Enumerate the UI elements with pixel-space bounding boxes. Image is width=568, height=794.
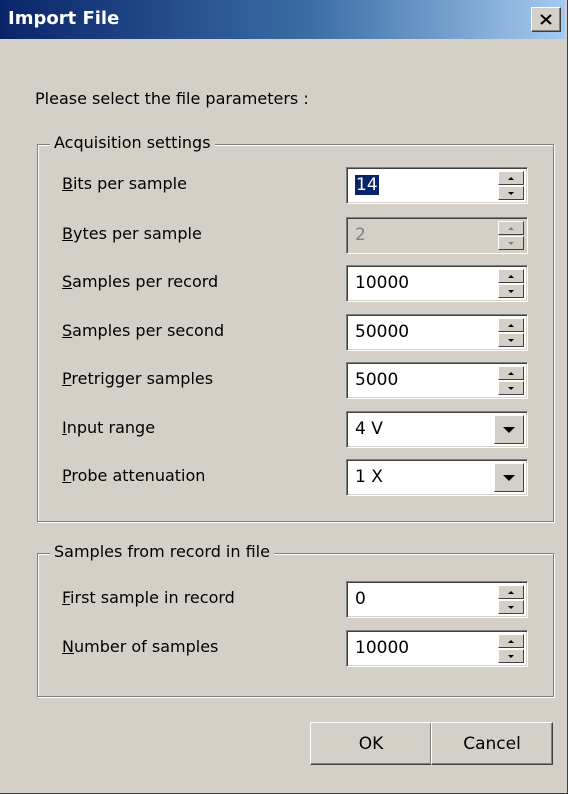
spin-up-arrow-icon <box>508 639 514 643</box>
pretrigger-samples-input[interactable]: 5000 <box>346 362 528 399</box>
number-of-samples-spin-down-button[interactable] <box>498 649 524 663</box>
number-of-samples-label: Number of samples <box>62 637 218 656</box>
bytes-per-sample-spinner <box>498 221 524 250</box>
dropdown-arrow-icon <box>503 474 515 481</box>
samples-per-record-spin-up-button[interactable] <box>498 269 524 283</box>
bytes-per-sample-input: 2 <box>346 217 528 254</box>
input-range-select[interactable]: 4 V <box>346 411 528 448</box>
pretrigger-samples-spin-up-button[interactable] <box>498 366 524 380</box>
spin-up-arrow-icon <box>508 371 514 375</box>
number-of-samples-value: 10000 <box>355 638 410 658</box>
pretrigger-samples-spin-down-button[interactable] <box>498 381 524 395</box>
spin-down-arrow-icon <box>508 338 514 342</box>
title-bar[interactable]: Import File <box>0 0 565 39</box>
cancel-button[interactable]: Cancel <box>431 722 553 765</box>
probe-attenuation-select[interactable]: 1 X <box>346 459 528 496</box>
spin-up-arrow-icon <box>508 226 514 230</box>
bits-per-sample-label-accelerator: B <box>62 174 73 193</box>
samples-per-record-input[interactable]: 10000 <box>346 265 528 302</box>
bits-per-sample-spin-down-button[interactable] <box>498 186 524 200</box>
number-of-samples-label-accelerator: N <box>62 637 74 656</box>
first-sample-in-record-label-text: irst sample in record <box>70 588 235 607</box>
spin-up-arrow-icon <box>508 323 514 327</box>
bits-per-sample-value: 14 <box>355 175 379 195</box>
first-sample-in-record-label: First sample in record <box>62 588 235 607</box>
samples-per-second-spin-down-button[interactable] <box>498 333 524 347</box>
samples-per-second-value: 50000 <box>355 322 410 342</box>
bits-per-sample-input[interactable]: 14 <box>346 167 528 204</box>
samples-per-second-label-accelerator: S <box>62 321 73 340</box>
bytes-per-sample-spin-up-button <box>498 221 524 235</box>
probe-attenuation-dropdown-button[interactable] <box>494 463 524 492</box>
pretrigger-samples-label: Pretrigger samples <box>62 369 213 388</box>
probe-attenuation-label-text: robe attenuation <box>71 466 206 485</box>
import-file-dialog: Import File Please select the file param… <box>0 0 568 794</box>
samples-per-record-value: 10000 <box>355 273 410 293</box>
samples-per-second-label-text: amples per second <box>72 321 225 340</box>
bits-per-sample-selected-text: 14 <box>355 175 379 195</box>
number-of-samples-label-text: umber of samples <box>73 637 219 656</box>
samples-per-record-label: Samples per record <box>62 272 218 291</box>
samples-per-record-label-text: amples per record <box>72 272 219 291</box>
input-range-label: Input range <box>62 418 155 437</box>
spin-down-arrow-icon <box>508 386 514 390</box>
first-sample-in-record-input[interactable]: 0 <box>346 581 528 618</box>
input-range-value: 4 V <box>355 419 383 439</box>
dropdown-arrow-icon <box>503 426 515 433</box>
bytes-per-sample-value: 2 <box>355 225 366 245</box>
bytes-per-sample-spin-down-button <box>498 236 524 250</box>
bytes-per-sample-label-text: ytes per sample <box>72 224 202 243</box>
spin-down-arrow-icon <box>508 191 514 195</box>
first-sample-in-record-value: 0 <box>355 589 366 609</box>
first-sample-in-record-spin-down-button[interactable] <box>498 600 524 614</box>
pretrigger-samples-label-text: retrigger samples <box>71 369 214 388</box>
samples-from-record-group: Samples from record in file <box>37 542 554 697</box>
probe-attenuation-label: Probe attenuation <box>62 466 205 485</box>
bits-per-sample-label-text: its per sample <box>72 174 187 193</box>
samples-per-record-spinner <box>498 269 524 298</box>
close-button[interactable] <box>531 7 561 32</box>
samples-per-second-spin-up-button[interactable] <box>498 318 524 332</box>
spin-down-arrow-icon <box>508 654 514 658</box>
spin-down-arrow-icon <box>508 289 514 293</box>
samples-per-record-spin-down-button[interactable] <box>498 284 524 298</box>
samples-per-second-spinner <box>498 318 524 347</box>
first-sample-in-record-spin-up-button[interactable] <box>498 585 524 599</box>
pretrigger-samples-label-accelerator: P <box>62 369 72 388</box>
spin-down-arrow-icon <box>508 605 514 609</box>
spin-up-arrow-icon <box>508 176 514 180</box>
close-icon <box>540 14 552 25</box>
window-title: Import File <box>8 8 120 29</box>
pretrigger-samples-value: 5000 <box>355 370 399 390</box>
samples-per-record-label-accelerator: S <box>62 272 73 291</box>
samples-from-record-legend: Samples from record in file <box>50 542 274 561</box>
pretrigger-samples-spinner <box>498 366 524 395</box>
spin-up-arrow-icon <box>508 590 514 594</box>
input-range-dropdown-button[interactable] <box>494 415 524 444</box>
first-sample-in-record-spinner <box>498 585 524 614</box>
first-sample-in-record-label-accelerator: F <box>62 588 71 607</box>
probe-attenuation-label-accelerator: P <box>62 466 72 485</box>
bytes-per-sample-label: Bytes per sample <box>62 224 202 243</box>
probe-attenuation-value: 1 X <box>355 467 383 487</box>
number-of-samples-spin-up-button[interactable] <box>498 634 524 648</box>
number-of-samples-input[interactable]: 10000 <box>346 630 528 667</box>
input-range-label-text: nput range <box>66 418 156 437</box>
samples-per-second-label: Samples per second <box>62 321 224 340</box>
spin-up-arrow-icon <box>508 274 514 278</box>
bits-per-sample-spinner <box>498 171 524 200</box>
intro-text: Please select the file parameters : <box>35 89 309 108</box>
bits-per-sample-spin-up-button[interactable] <box>498 171 524 185</box>
spin-down-arrow-icon <box>508 241 514 245</box>
ok-button[interactable]: OK <box>310 722 432 765</box>
number-of-samples-spinner <box>498 634 524 663</box>
samples-per-second-input[interactable]: 50000 <box>346 314 528 351</box>
acquisition-settings-legend: Acquisition settings <box>50 133 215 152</box>
bytes-per-sample-label-accelerator: B <box>62 224 73 243</box>
bits-per-sample-label: Bits per sample <box>62 174 187 193</box>
